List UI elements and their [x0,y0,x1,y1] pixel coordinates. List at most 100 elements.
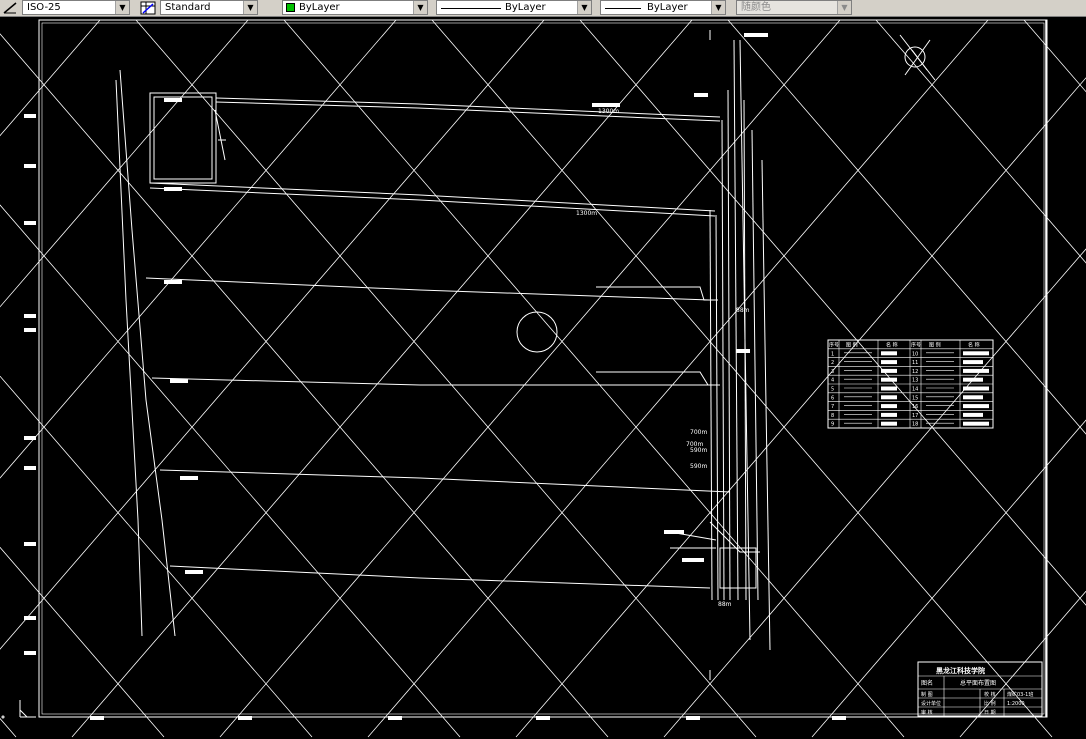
legend-name-block [881,395,897,400]
legend-name-block [963,368,989,373]
grid-line [727,19,1086,435]
legend-index: 9 [831,422,834,428]
tb-value: 1:2000 [1007,701,1025,707]
legend-index: 5 [831,387,834,393]
dimension-style-select[interactable]: ISO-25 ▼ [22,0,130,15]
chevron-down-icon[interactable]: ▼ [711,1,725,14]
title-block: 黑龙江科技学院 图名 总平面布置图 制 图 校 核 煤矿03-1班 设计单位 比… [917,661,1043,717]
chevron-down-icon[interactable]: ▼ [413,1,427,14]
dim-label: 88m [736,307,750,314]
dim-label: 88m [718,601,732,608]
dim-label: 590m [690,447,707,454]
ucs-icon [1,700,36,719]
school-name: 黑龙江科技学院 [936,666,985,675]
chevron-down-icon[interactable]: ▼ [577,1,591,14]
legend-header: 图 例 [929,342,941,349]
plot-style-value: 随颜色 [741,2,771,13]
dimension-style-icon[interactable] [2,0,18,14]
lineweight-sample [605,8,641,9]
lineweight-control-value: ByLayer [647,2,688,13]
legend-index: 16 [912,404,918,410]
drawing-canvas[interactable]: 1300m 1300m 700m 700m 590m 590m 88m 88m … [0,17,1086,739]
legend-name-block [881,377,897,382]
table-style-select[interactable]: Standard ▼ [160,0,258,15]
grid-line [0,19,101,137]
tb-key: 校 核 [984,691,996,698]
legend-header: 序号 [911,342,921,349]
legend-name-block [963,377,983,382]
properties-toolbar: ISO-25 ▼ Standard ▼ ByLayer ▼ ByLayer ▼ … [0,0,1086,17]
legend-name-block [963,395,983,400]
legend-header: 序号 [829,342,839,349]
legend-header: 名 称 [886,342,898,349]
table-style-value: Standard [165,2,211,13]
legend-index: 6 [831,395,834,401]
legend-name-block [881,351,897,356]
grid-line [1023,19,1086,93]
legend-index: 2 [831,360,834,366]
legend-header: 名 称 [968,342,980,349]
linetype-control-value: ByLayer [505,2,546,13]
chevron-down-icon[interactable]: ▼ [837,1,851,14]
legend-index: 13 [912,378,918,384]
color-swatch [286,3,295,12]
table-style-icon[interactable] [140,0,156,15]
legend-index: 3 [831,369,834,375]
site-plan [115,30,936,680]
grid-line [0,19,397,479]
color-control-select[interactable]: ByLayer ▼ [282,0,428,15]
legend-name-block [963,351,989,356]
dim-label: 700m [690,429,707,436]
drawing-name: 总平面布置图 [960,679,996,687]
legend-table: 序号图 例名 称序号图 例名 称1 102 113 124 135 146 157 168 17… [827,339,994,429]
dim-label: 590m [690,463,707,470]
legend-index: 18 [912,422,918,428]
legend-index: 7 [831,404,834,410]
grid-line [0,33,609,738]
grid-line [0,546,165,738]
grid-line [663,248,1086,738]
tb-key: 日 期 [984,710,996,716]
tb-key: 审 核 [921,709,933,716]
linetype-control-select[interactable]: ByLayer ▼ [436,0,592,15]
legend-name-block [963,412,983,417]
legend-name-block [963,421,989,426]
legend-index: 1 [831,351,834,357]
grid-line [219,19,841,738]
legend-index: 12 [912,369,918,375]
dim-label: 1300m [576,210,597,217]
legend-index: 8 [831,413,834,419]
drawing-frame [38,19,1048,718]
legend-name-block [963,360,983,365]
plot-style-select[interactable]: 随颜色 ▼ [736,0,852,15]
legend-index: 10 [912,351,918,357]
legend-name-block [881,404,897,409]
legend-index: 14 [912,387,918,393]
legend-name-block [881,421,897,426]
dimension-style-value: ISO-25 [27,2,61,13]
chevron-down-icon[interactable]: ▼ [243,1,257,14]
legend-index: 17 [912,413,918,419]
legend-name-block [881,368,897,373]
grid-line [0,19,545,650]
tb-value: 煤矿03-1班 [1007,691,1033,698]
tb-key: 比 例 [984,700,996,707]
linetype-sample [441,8,501,9]
legend-index: 4 [831,378,834,384]
legend-header: 图 例 [846,342,858,349]
legend-name-block [963,404,989,409]
legend-name-block [881,360,897,365]
grid-line [431,19,1053,738]
lineweight-control-select[interactable]: ByLayer ▼ [600,0,726,15]
legend-name-block [881,412,897,417]
grid-line [515,77,1086,738]
grid-line [0,204,461,738]
grid-line [283,19,905,738]
legend-name-block [881,386,897,391]
tb-key: 制 图 [921,691,933,698]
chevron-down-icon[interactable]: ▼ [115,1,129,14]
legend-index: 15 [912,395,918,401]
drawing-name-label: 图名 [921,679,933,687]
color-control-value: ByLayer [299,2,340,13]
legend-name-block [963,386,989,391]
